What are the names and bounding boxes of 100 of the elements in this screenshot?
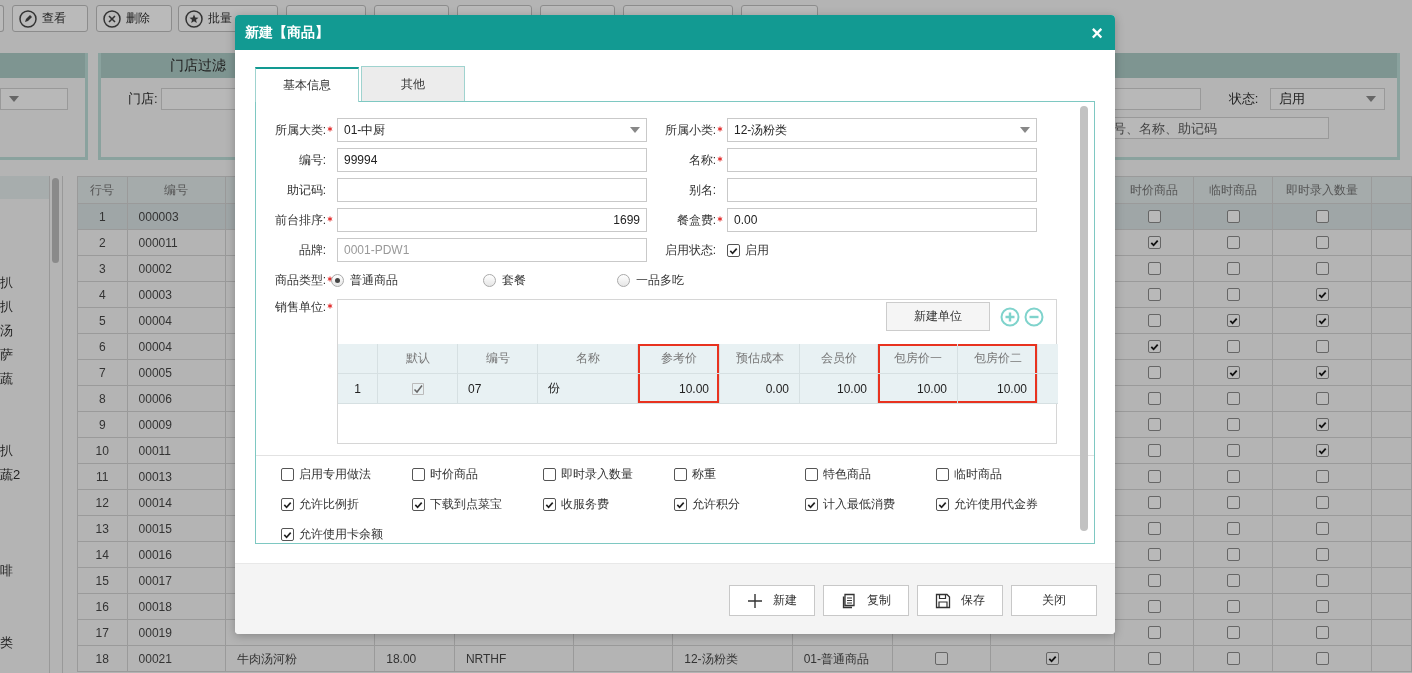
checkbox[interactable] [1147, 444, 1161, 457]
category-item[interactable]: 类 [0, 634, 13, 652]
category-item[interactable]: 啡 [0, 562, 13, 580]
checkbox[interactable] [1147, 626, 1161, 639]
scrollbar-thumb[interactable] [1080, 106, 1088, 531]
checkbox[interactable]: 特色商品 [805, 462, 936, 486]
checkbox[interactable] [1315, 340, 1329, 353]
copy-button[interactable]: 复制 [823, 585, 909, 616]
checkbox[interactable]: 时价商品 [412, 462, 543, 486]
checkbox[interactable] [935, 652, 948, 665]
checkbox[interactable] [1315, 236, 1329, 249]
input-field[interactable] [337, 178, 647, 202]
check-icon[interactable] [410, 381, 425, 396]
checkbox[interactable] [1315, 574, 1329, 587]
checkbox[interactable]: 允许积分 [674, 492, 805, 516]
checkbox[interactable] [1226, 366, 1240, 379]
checkbox[interactable] [1046, 652, 1060, 665]
checkbox[interactable]: 允许使用代金券 [936, 492, 1067, 516]
checkbox[interactable] [1147, 548, 1161, 561]
scrollbar-thumb[interactable] [52, 178, 60, 263]
input-field[interactable]: 0.00 [727, 208, 1037, 232]
input-field[interactable] [727, 148, 1037, 172]
checkbox[interactable] [1147, 574, 1161, 587]
tab[interactable]: 基本信息 [255, 67, 359, 102]
checkbox[interactable]: 临时商品 [936, 462, 1067, 486]
toolbar-button[interactable] [0, 5, 4, 32]
checkbox[interactable] [1226, 496, 1240, 509]
input-field[interactable]: 99994 [337, 148, 647, 172]
category-item[interactable]: 汤 [0, 322, 13, 340]
checkbox[interactable] [1315, 210, 1329, 223]
checkbox[interactable] [1147, 288, 1161, 301]
checkbox[interactable] [1147, 210, 1161, 223]
checkbox[interactable] [1315, 314, 1329, 327]
checkbox[interactable] [1226, 236, 1240, 249]
checkbox[interactable] [1315, 392, 1329, 405]
add-icon[interactable] [1000, 307, 1020, 327]
checkbox[interactable]: 即时录入数量 [543, 462, 674, 486]
checkbox[interactable]: 称重 [674, 462, 805, 486]
category-item[interactable]: 蔬 [0, 370, 13, 388]
checkbox[interactable] [1147, 340, 1161, 353]
new-button[interactable]: 新建 [729, 585, 815, 616]
checkbox[interactable] [1226, 262, 1240, 275]
category-item[interactable]: 扒 [0, 298, 13, 316]
checkbox[interactable]: 启用 [727, 238, 1037, 262]
checkbox[interactable] [1315, 418, 1329, 431]
checkbox[interactable] [1147, 522, 1161, 535]
input-field[interactable]: 1699 [337, 208, 647, 232]
checkbox[interactable] [1315, 366, 1329, 379]
status-select[interactable]: 启用 [1270, 88, 1386, 110]
toolbar-button[interactable]: 查看 [12, 5, 88, 32]
checkbox[interactable] [1226, 600, 1240, 613]
toolbar-button[interactable]: 删除 [96, 5, 172, 32]
dropdown[interactable]: 01-中厨 [337, 118, 647, 142]
category-item[interactable]: 萨 [0, 346, 13, 364]
remove-icon[interactable] [1024, 307, 1044, 327]
close-button[interactable]: 关闭 [1011, 585, 1097, 616]
input-field[interactable] [727, 178, 1037, 202]
checkbox[interactable] [1226, 340, 1240, 353]
category-select[interactable] [0, 88, 68, 110]
checkbox[interactable]: 允许比例折 [281, 492, 412, 516]
checkbox[interactable] [1147, 600, 1161, 613]
checkbox[interactable] [1147, 314, 1161, 327]
checkbox[interactable] [1147, 470, 1161, 483]
checkbox[interactable] [1315, 600, 1329, 613]
checkbox[interactable] [1315, 548, 1329, 561]
radio-button[interactable]: 一品多吃 [617, 268, 769, 292]
checkbox[interactable]: 下载到点菜宝 [412, 492, 543, 516]
checkbox[interactable] [1315, 288, 1329, 301]
category-item[interactable]: 扒 [0, 442, 13, 460]
checkbox[interactable] [1147, 392, 1161, 405]
tab[interactable]: 其他 [361, 66, 465, 101]
checkbox[interactable] [1226, 652, 1240, 665]
checkbox[interactable] [1226, 444, 1240, 457]
checkbox[interactable] [1147, 418, 1161, 431]
checkbox[interactable] [1315, 262, 1329, 275]
checkbox[interactable] [1226, 522, 1240, 535]
checkbox[interactable] [1147, 236, 1161, 249]
checkbox[interactable] [1315, 496, 1329, 509]
checkbox[interactable] [1315, 470, 1329, 483]
checkbox[interactable] [1226, 210, 1240, 223]
new-unit-button[interactable]: 新建单位 [886, 302, 990, 331]
checkbox[interactable] [1147, 496, 1161, 509]
checkbox[interactable]: 收服务费 [543, 492, 674, 516]
radio-button[interactable]: 套餐 [483, 268, 617, 292]
checkbox[interactable] [1226, 626, 1240, 639]
checkbox[interactable] [1226, 548, 1240, 561]
checkbox[interactable] [1315, 652, 1329, 665]
checkbox[interactable] [1147, 262, 1161, 275]
save-button[interactable]: 保存 [917, 585, 1003, 616]
checkbox[interactable] [1147, 366, 1161, 379]
category-item[interactable]: 蔬2 [0, 466, 21, 484]
checkbox[interactable] [1226, 314, 1240, 327]
checkbox[interactable] [1147, 652, 1161, 665]
checkbox[interactable]: 计入最低消费 [805, 492, 936, 516]
checkbox[interactable] [1226, 574, 1240, 587]
checkbox[interactable] [1226, 288, 1240, 301]
checkbox[interactable] [1315, 626, 1329, 639]
checkbox[interactable] [1315, 444, 1329, 457]
category-item[interactable]: 扒 [0, 274, 13, 292]
checkbox[interactable]: 允许使用卡余额 [281, 522, 412, 546]
